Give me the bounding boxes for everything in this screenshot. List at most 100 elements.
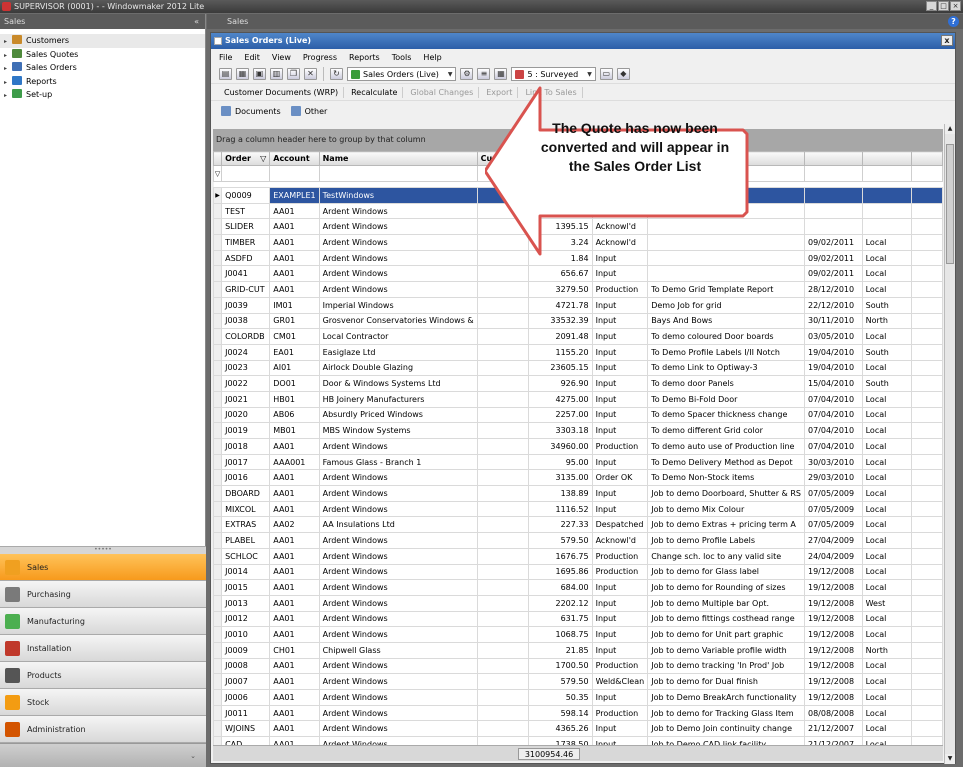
- status-selector[interactable]: 5 : Surveyed ▼: [511, 67, 596, 81]
- cell-date[interactable]: [803, 218, 863, 236]
- cell-order[interactable]: J0008: [221, 657, 271, 675]
- cell-date[interactable]: 19/12/2008: [803, 579, 863, 596]
- cell-ref[interactable]: [476, 438, 530, 455]
- cell-status[interactable]: Input: [591, 328, 649, 345]
- cell-branch[interactable]: Local: [861, 689, 912, 706]
- module-installation[interactable]: Installation: [0, 635, 206, 662]
- cell-comment[interactable]: [647, 249, 805, 267]
- cell-account[interactable]: IM01: [269, 296, 320, 314]
- cell-value[interactable]: 1.84: [528, 249, 593, 267]
- cell-comment[interactable]: Job to demo tracking 'In Prod' Job: [647, 657, 805, 675]
- cell-order[interactable]: TEST: [221, 202, 271, 220]
- cell-order[interactable]: J0018: [221, 438, 271, 455]
- cell-status[interactable]: Input: [591, 422, 649, 439]
- cell-ref[interactable]: [476, 202, 530, 220]
- cell-date[interactable]: 03/05/2010: [803, 328, 863, 345]
- cell-ref[interactable]: [476, 610, 530, 628]
- cell-ref[interactable]: [476, 485, 530, 502]
- cell-date[interactable]: [803, 187, 863, 204]
- cell-account[interactable]: AA01: [269, 657, 320, 675]
- preview-icon[interactable]: ▥: [270, 68, 283, 80]
- cell-branch[interactable]: Local: [861, 469, 912, 487]
- row-indicator[interactable]: [212, 547, 223, 565]
- cell-date[interactable]: 27/04/2009: [803, 532, 863, 549]
- cell-name[interactable]: Grosvenor Conservatories Windows &: [318, 312, 478, 330]
- cell-ref[interactable]: [476, 500, 530, 518]
- table-row[interactable]: J0013 AA01 Ardent Windows 2202.12 Input Job t…: [212, 594, 944, 612]
- row-indicator[interactable]: [212, 469, 223, 487]
- table-row[interactable]: J0009 CH01 Chipwell Glass 21.85 Input Job to …: [212, 641, 944, 659]
- row-indicator[interactable]: [212, 312, 223, 330]
- cell-order[interactable]: J0010: [221, 626, 271, 643]
- row-indicator[interactable]: [212, 500, 223, 518]
- cell-order[interactable]: WJOINS: [221, 720, 271, 738]
- help-icon[interactable]: ?: [948, 16, 959, 27]
- cell-status[interactable]: Order OK: [591, 469, 649, 487]
- cell-order[interactable]: J0006: [221, 689, 271, 706]
- cell-date[interactable]: 24/04/2009: [803, 547, 863, 565]
- cell-comment[interactable]: To Demo Grid Template Report: [647, 281, 805, 298]
- cell-ref[interactable]: [476, 234, 530, 251]
- cell-status[interactable]: Input: [591, 485, 649, 502]
- cell-status[interactable]: Input: [591, 406, 649, 424]
- cell-order[interactable]: J0012: [221, 610, 271, 628]
- cell-status[interactable]: Acknowl'd: [591, 218, 649, 236]
- menu-reports[interactable]: Reports: [349, 53, 388, 62]
- cell-account[interactable]: AA01: [269, 281, 320, 298]
- module-purchasing[interactable]: Purchasing: [0, 581, 206, 608]
- row-indicator[interactable]: [212, 579, 223, 596]
- cell-account[interactable]: HB01: [269, 390, 320, 408]
- cell-comment[interactable]: [647, 234, 805, 251]
- cell-order[interactable]: J0039: [221, 296, 271, 314]
- cell-date[interactable]: 19/12/2008: [803, 673, 863, 690]
- cell-status[interactable]: Glass ord.: [591, 202, 649, 220]
- cell-account[interactable]: AA01: [269, 610, 320, 628]
- cell-name[interactable]: TestWindows: [318, 187, 478, 204]
- cell-name[interactable]: Imperial Windows: [318, 296, 478, 314]
- cell-account[interactable]: AA01: [269, 579, 320, 596]
- table-row[interactable]: ▶ Q0009 EXAMPLE1 TestWindows 18436.84 Acknowl…: [212, 187, 944, 204]
- expand-arrow-icon[interactable]: ▸: [4, 49, 12, 62]
- cell-name[interactable]: Local Contractor: [318, 328, 478, 345]
- cell-comment[interactable]: Job to demo Mix Colour: [647, 500, 805, 518]
- cell-status[interactable]: Production: [591, 281, 649, 298]
- cell-comment[interactable]: To Demo Non-Stock items: [647, 469, 805, 487]
- cell-name[interactable]: HB Joinery Manufacturers: [318, 390, 478, 408]
- menu-progress[interactable]: Progress: [303, 53, 345, 62]
- cell-ref[interactable]: [476, 516, 530, 534]
- row-indicator[interactable]: [212, 594, 223, 612]
- cell-value[interactable]: 33532.39: [528, 312, 593, 330]
- row-indicator[interactable]: [212, 704, 223, 722]
- cell-ref[interactable]: [476, 673, 530, 690]
- cell-value[interactable]: 1395.15: [528, 218, 593, 236]
- cell-status[interactable]: Input: [591, 343, 649, 361]
- cell-comment[interactable]: Demo Job for grid: [647, 296, 805, 314]
- cell-ref[interactable]: [476, 390, 530, 408]
- row-pointer-icon[interactable]: ▶: [212, 187, 223, 204]
- table-row[interactable]: J0022 DO01 Door & Windows Systems Ltd 926.9…: [212, 375, 944, 392]
- row-indicator[interactable]: [212, 296, 223, 314]
- maximize-button[interactable]: □: [938, 1, 949, 11]
- cell-comment[interactable]: [647, 218, 805, 236]
- cell-order[interactable]: J0015: [221, 579, 271, 596]
- cell-name[interactable]: Airlock Double Glazing: [318, 359, 478, 377]
- cell-status[interactable]: Input: [591, 296, 649, 314]
- cell-account[interactable]: AA01: [269, 500, 320, 518]
- cell-name[interactable]: AA Insulations Ltd: [318, 516, 478, 534]
- cell-date[interactable]: 29/03/2010: [803, 469, 863, 487]
- sidebar-item-reports[interactable]: ▸ Reports: [0, 75, 205, 89]
- cell-ref[interactable]: [476, 406, 530, 424]
- cell-status[interactable]: Input: [591, 641, 649, 659]
- cell-account[interactable]: AI01: [269, 359, 320, 377]
- cell-branch[interactable]: Local: [861, 673, 912, 690]
- cell-ref[interactable]: [476, 594, 530, 612]
- table-row[interactable]: J0006 AA01 Ardent Windows 50.35 Input Job to …: [212, 689, 944, 706]
- row-indicator[interactable]: [212, 563, 223, 581]
- cell-ref[interactable]: [476, 296, 530, 314]
- row-indicator[interactable]: [212, 422, 223, 439]
- cell-order[interactable]: J0017: [221, 453, 271, 471]
- cell-name[interactable]: Ardent Windows: [318, 500, 478, 518]
- cell-account[interactable]: AA01: [269, 594, 320, 612]
- cell-name[interactable]: Ardent Windows: [318, 469, 478, 487]
- column-header-indicator[interactable]: [212, 151, 223, 166]
